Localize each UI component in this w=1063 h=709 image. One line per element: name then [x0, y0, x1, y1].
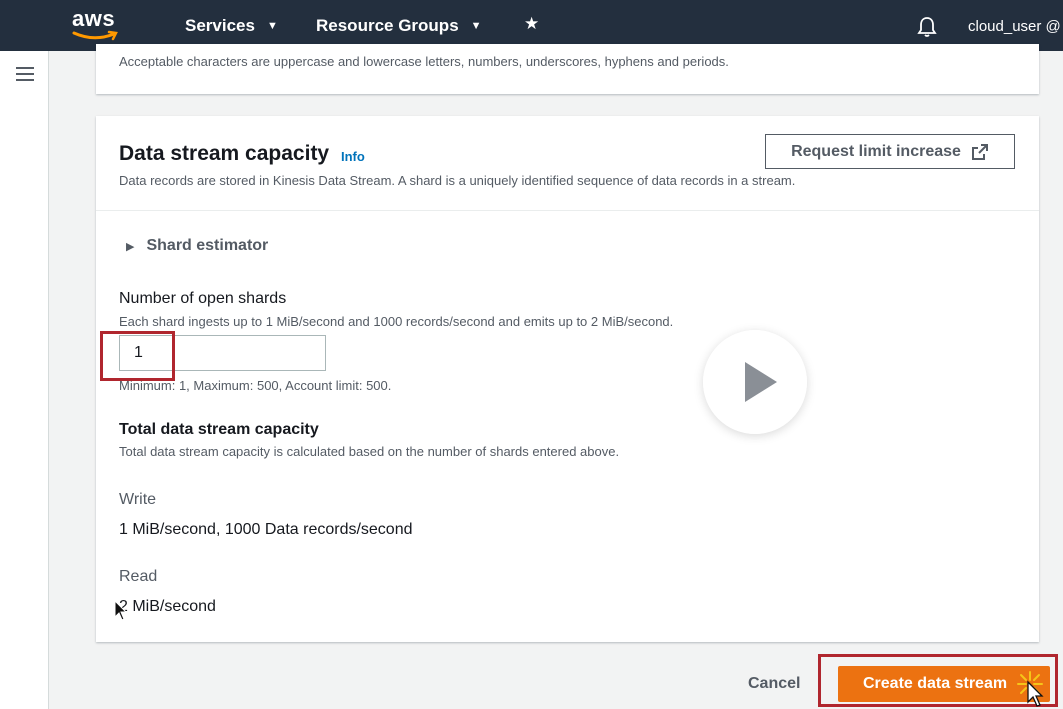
play-icon — [745, 362, 777, 402]
read-label: Read — [119, 568, 158, 585]
info-link[interactable]: Info — [341, 149, 365, 164]
resource-groups-menu[interactable]: Resource Groups ▼ — [316, 16, 482, 36]
services-menu[interactable]: Services ▼ — [185, 16, 278, 36]
panel-header: Data stream capacity Info Data records a… — [96, 116, 1039, 211]
side-navigation-rail — [0, 51, 49, 709]
user-menu[interactable]: cloud_user @ — [968, 18, 1061, 35]
resource-groups-label: Resource Groups — [316, 16, 459, 35]
request-limit-label: Request limit increase — [791, 142, 961, 160]
write-label: Write — [119, 491, 157, 508]
video-play-button[interactable] — [703, 330, 807, 434]
pin-icon[interactable]: ★ — [524, 14, 539, 34]
total-capacity-label: Total data stream capacity — [119, 421, 319, 438]
panel-title: Data stream capacity — [119, 142, 330, 165]
caret-right-icon: ▶ — [126, 240, 135, 253]
stream-name-panel: Acceptable characters are uppercase and … — [96, 44, 1039, 94]
open-shards-label: Number of open shards — [119, 290, 287, 307]
open-shards-constraint: Minimum: 1, Maximum: 500, Account limit:… — [119, 378, 392, 393]
read-value: 2 MiB/second — [119, 598, 216, 615]
create-data-stream-button[interactable]: Create data stream — [838, 666, 1050, 702]
hamburger-menu-icon[interactable] — [16, 67, 34, 81]
shard-estimator-label: Shard estimator — [146, 237, 269, 254]
aws-logo[interactable]: aws — [72, 8, 122, 44]
chevron-down-icon: ▼ — [470, 20, 482, 32]
chevron-down-icon: ▼ — [266, 20, 278, 32]
total-capacity-hint: Total data stream capacity is calculated… — [119, 444, 620, 459]
external-link-icon — [971, 143, 988, 160]
create-data-stream-label: Create data stream — [863, 675, 1008, 692]
stream-name-hint: Acceptable characters are uppercase and … — [119, 54, 729, 69]
shard-estimator-toggle[interactable]: ▶ Shard estimator — [126, 237, 268, 255]
open-shards-input[interactable] — [119, 335, 326, 371]
write-value: 1 MiB/second, 1000 Data records/second — [119, 521, 413, 538]
aws-logo-text: aws — [72, 6, 116, 31]
bell-icon[interactable] — [917, 16, 937, 38]
cancel-button[interactable]: Cancel — [748, 675, 800, 693]
aws-smile-icon — [72, 30, 118, 41]
panel-description: Data records are stored in Kinesis Data … — [119, 173, 796, 188]
open-shards-hint: Each shard ingests up to 1 MiB/second an… — [119, 314, 674, 329]
services-label: Services — [185, 16, 255, 35]
data-stream-capacity-panel: Data stream capacity Info Data records a… — [96, 116, 1039, 642]
request-limit-increase-button[interactable]: Request limit increase — [765, 134, 1015, 169]
